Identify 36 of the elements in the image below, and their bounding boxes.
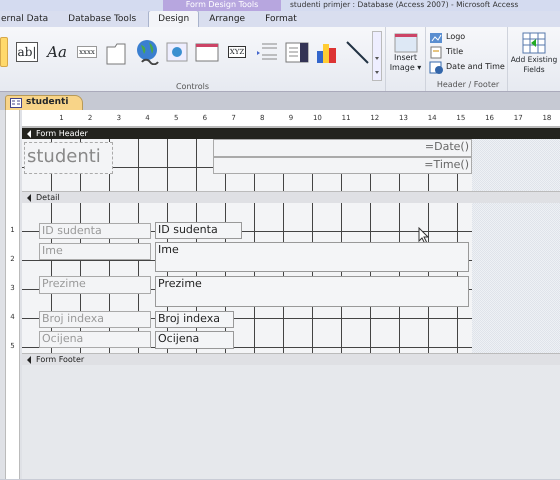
header-footer-button[interactable]: Logo (429, 29, 507, 44)
field-textbox[interactable]: Ocijena (155, 331, 234, 349)
ribbon-tab[interactable]: Format (255, 10, 307, 27)
field-list-icon[interactable] (521, 31, 547, 55)
title-icon[interactable] (429, 44, 443, 58)
section-arrow-icon[interactable] (26, 356, 33, 364)
document-tab[interactable]: studenti (5, 95, 84, 110)
header-footer-button[interactable]: Title (429, 44, 507, 59)
tool-button[interactable]: Aa (42, 37, 72, 67)
header-footer-button[interactable]: Date and Time (429, 59, 507, 74)
contextual-title: Form Design Tools (163, 0, 281, 11)
group-label: Controls (174, 81, 210, 93)
ribbon-tab[interactable]: Design (148, 10, 200, 27)
section-bar[interactable]: Form Footer (22, 353, 560, 365)
mouse-cursor-icon (418, 227, 429, 244)
picture-icon[interactable] (394, 33, 418, 53)
section-arrow-icon[interactable] (26, 194, 33, 202)
tool-button[interactable]: ab| (12, 37, 42, 67)
expression-textbox[interactable]: =Date() (213, 139, 472, 157)
field-textbox[interactable]: Broj indexa (155, 311, 234, 328)
field-textbox[interactable]: Prezime (155, 276, 469, 307)
form-icon[interactable] (10, 98, 22, 108)
insert-image-button[interactable]: Insert Image ▾ (388, 33, 424, 73)
section-arrow-icon[interactable] (26, 130, 33, 138)
calendar-clock-icon[interactable] (429, 60, 443, 74)
tool-glyph: Aa (46, 42, 68, 63)
expression-textbox[interactable]: =Time() (213, 157, 472, 174)
field-textbox[interactable]: Ime (155, 242, 469, 272)
ribbon-tab[interactable]: ernal Data (0, 10, 58, 27)
ribbon-tab[interactable]: Arrange (199, 10, 256, 27)
section-bar[interactable]: Form Header (22, 127, 560, 139)
group-label: Header / Footer (436, 79, 500, 91)
section-bar[interactable]: Detail (22, 191, 560, 203)
field-textbox[interactable]: ID sudenta (155, 222, 242, 239)
ribbon-tab[interactable]: Database Tools (58, 10, 146, 27)
tool-glyph: ab| (16, 42, 38, 62)
